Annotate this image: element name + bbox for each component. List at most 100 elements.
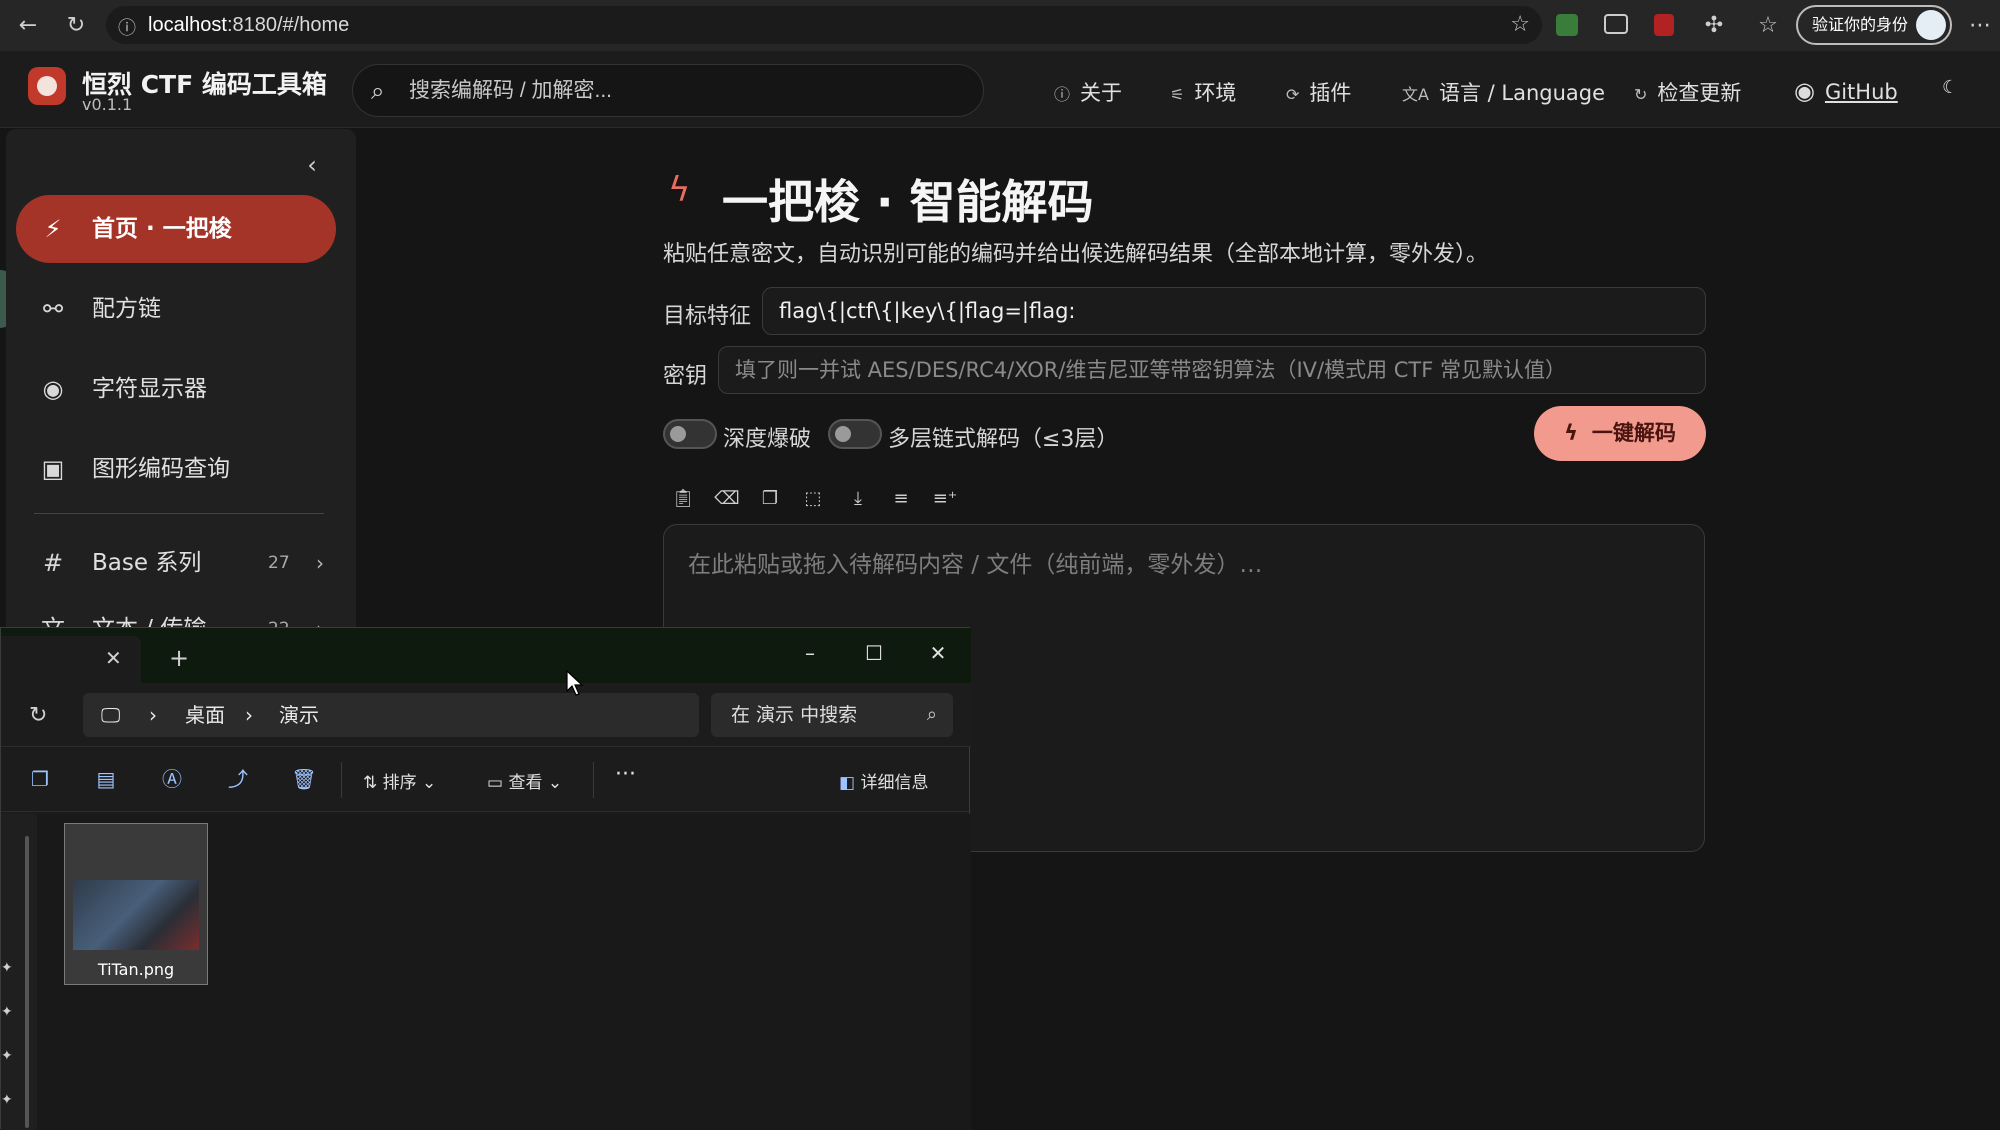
nav-check-updates[interactable]: ↻ 检查更新 bbox=[1634, 77, 1741, 107]
explorer-toolbar: ❐ ▤ Ⓐ ⤴ 🗑︎ ⇅ 排序 ⌄ ▭ 查看 ⌄ ··· ◧ 详细信息 bbox=[1, 748, 971, 812]
info-icon: ⓘ bbox=[1054, 85, 1071, 104]
select-all-icon[interactable]: ⬚ bbox=[800, 486, 826, 512]
sidebar-item-label: 图形编码查询 bbox=[92, 456, 230, 482]
nav-about[interactable]: ⓘ 关于 bbox=[1054, 77, 1122, 107]
explorer-address-row: ↻ 🖵︎ › 桌面 › 演示 在 演示 中搜索 ⌕ bbox=[1, 683, 971, 747]
flow-icon: ⚯ bbox=[42, 295, 64, 323]
computer-icon[interactable]: 🖵︎ bbox=[101, 693, 120, 737]
image-thumbnail bbox=[73, 880, 199, 950]
add-lines-icon[interactable]: ≡⁺ bbox=[932, 486, 958, 512]
global-search[interactable]: ⌕ bbox=[352, 64, 984, 117]
hash-icon: # bbox=[42, 549, 64, 577]
target-pattern-input[interactable] bbox=[762, 287, 1706, 335]
file-name: TiTan.png bbox=[97, 960, 175, 979]
pin-icon[interactable]: ✦ bbox=[1, 1004, 13, 1020]
reload-icon[interactable]: ↻ bbox=[62, 12, 90, 40]
paste-icon[interactable]: ▤ bbox=[91, 764, 121, 794]
view-button[interactable]: ▭ 查看 ⌄ bbox=[487, 768, 562, 793]
nav-github[interactable]: ◉ GitHub bbox=[1794, 77, 1898, 105]
copy-icon[interactable]: ❐ bbox=[25, 764, 55, 794]
breadcrumb-folder[interactable]: 演示 bbox=[279, 693, 319, 737]
rename-icon[interactable]: Ⓐ bbox=[157, 764, 187, 794]
new-tab-icon[interactable]: + bbox=[169, 644, 189, 672]
navigation-pane: ✦ ✦ ✦ ✦ bbox=[1, 814, 37, 1130]
address-bar[interactable]: ⓘ localhost:8180/#/home ☆ bbox=[106, 6, 1542, 44]
maximize-icon[interactable]: ☐ bbox=[859, 638, 889, 668]
delete-icon[interactable]: 🗑︎ bbox=[289, 764, 319, 794]
clear-icon[interactable]: ⌫ bbox=[714, 486, 740, 512]
sidebar-group-base[interactable]: # Base 系列 27 › bbox=[16, 529, 336, 597]
pin-icon[interactable]: ✦ bbox=[1, 960, 13, 976]
extension-badge-icon[interactable] bbox=[1604, 14, 1628, 34]
collapse-icon[interactable]: ‹ bbox=[298, 151, 326, 179]
theme-toggle-icon[interactable]: ☾ bbox=[1942, 77, 1958, 98]
minimize-icon[interactable]: – bbox=[795, 638, 825, 668]
deep-bruteforce-toggle[interactable] bbox=[663, 419, 717, 449]
toggle-knob bbox=[670, 426, 686, 442]
copy-icon[interactable]: ❐ bbox=[757, 486, 783, 512]
lightning-icon: ⚡ bbox=[44, 215, 62, 243]
url-text[interactable]: localhost:8180/#/home bbox=[148, 6, 349, 44]
ublock-icon[interactable] bbox=[1654, 14, 1674, 36]
sidebar-item-char-viewer[interactable]: ◉ 字符显示器 bbox=[16, 355, 336, 423]
nav-environment[interactable]: ⚟ 环境 bbox=[1170, 77, 1236, 107]
app-logo bbox=[28, 67, 66, 105]
sidebar-item-graphic-lookup[interactable]: ▣ 图形编码查询 bbox=[16, 435, 336, 503]
explorer-tab[interactable]: ✕ bbox=[1, 636, 141, 683]
chain-decode-toggle[interactable] bbox=[828, 419, 882, 449]
nav-plugins[interactable]: ⟳ 插件 bbox=[1286, 77, 1351, 107]
back-icon[interactable]: ← bbox=[14, 12, 42, 40]
toggle-knob bbox=[835, 426, 851, 442]
close-window-icon[interactable]: ✕ bbox=[923, 638, 953, 668]
profile-button[interactable]: 验证你的身份 bbox=[1796, 5, 1952, 45]
breadcrumb[interactable]: 🖵︎ › 桌面 › 演示 bbox=[83, 693, 699, 737]
key-input[interactable] bbox=[718, 346, 1706, 394]
close-tab-icon[interactable]: ✕ bbox=[105, 646, 122, 670]
view-icon: ▭ bbox=[487, 773, 509, 793]
chevron-right-icon: › bbox=[245, 703, 253, 727]
deep-bruteforce-label: 深度爆破 bbox=[723, 427, 812, 452]
sort-button[interactable]: ⇅ 排序 ⌄ bbox=[363, 768, 436, 793]
profile-label: 验证你的身份 bbox=[1812, 15, 1909, 34]
app-header: 恒烈 CTF 编码工具箱 v0.1.1 ⌕ ⓘ关于 ⚟环境 ⟳插件 文A语言 /… bbox=[0, 51, 2000, 128]
favorites-icon[interactable]: ☆ bbox=[1754, 12, 1782, 40]
page-title: 一把梭 · 智能解码 bbox=[722, 175, 1094, 229]
pin-icon[interactable]: ✦ bbox=[1, 1048, 13, 1064]
star-icon[interactable]: ☆ bbox=[1510, 12, 1530, 37]
page-description: 粘贴任意密文，自动识别可能的编码并给出候选解码结果（全部本地计算，零外发）。 bbox=[663, 242, 1489, 267]
extensions-icon[interactable]: ✣ bbox=[1700, 12, 1728, 40]
file-explorer-window: ✕ + – ☐ ✕ ↻ 🖵︎ › 桌面 › 演示 在 演示 中搜索 ⌕ ❐ ▤ … bbox=[0, 627, 971, 1130]
sidebar-item-recipe-chain[interactable]: ⚯ 配方链 bbox=[16, 275, 336, 343]
nav-language[interactable]: 文A 语言 / Language bbox=[1402, 77, 1605, 107]
explorer-search[interactable]: 在 演示 中搜索 ⌕ bbox=[711, 693, 953, 737]
sidebar-item-label: 配方链 bbox=[92, 296, 161, 322]
paste-icon[interactable]: 📋︎ bbox=[670, 486, 696, 512]
lightning-icon: ϟ bbox=[1564, 421, 1578, 445]
plugin-icon: ⟳ bbox=[1286, 85, 1300, 104]
search-icon: ⌕ bbox=[371, 77, 385, 105]
site-info-icon[interactable]: ⓘ bbox=[118, 14, 136, 40]
search-input[interactable] bbox=[409, 65, 969, 116]
explorer-titlebar: ✕ + – ☐ ✕ bbox=[1, 628, 971, 683]
share-icon[interactable]: ⤴ bbox=[223, 764, 253, 794]
extension-v2-icon[interactable] bbox=[1556, 14, 1578, 36]
download-icon[interactable]: ⤓ bbox=[845, 486, 871, 512]
more-menu-icon[interactable]: ⋯ bbox=[1966, 12, 1994, 40]
pin-icon[interactable]: ✦ bbox=[1, 1092, 13, 1108]
toolbar-divider bbox=[593, 762, 594, 798]
details-button[interactable]: ◧ 详细信息 bbox=[839, 768, 928, 793]
refresh-icon[interactable]: ↻ bbox=[29, 703, 47, 728]
target-label: 目标特征 bbox=[663, 304, 752, 329]
more-options-icon[interactable]: ··· bbox=[615, 762, 636, 787]
decode-button[interactable]: ϟ 一键解码 bbox=[1534, 406, 1706, 461]
sidebar-group-label: Base 系列 bbox=[92, 550, 202, 576]
remove-lines-icon[interactable]: ≡ bbox=[888, 486, 914, 512]
translate-icon: 文A bbox=[1402, 85, 1429, 104]
decode-button-label: 一键解码 bbox=[1591, 421, 1676, 445]
file-item[interactable]: TiTan.png bbox=[64, 823, 208, 985]
sidebar-item-home[interactable]: ⚡ 首页 · 一把梭 bbox=[16, 195, 336, 263]
breadcrumb-desktop[interactable]: 桌面 bbox=[185, 693, 225, 737]
refresh-icon: ↻ bbox=[1634, 85, 1648, 104]
scrollbar[interactable] bbox=[25, 836, 29, 1128]
group-count: 27 bbox=[268, 553, 290, 573]
